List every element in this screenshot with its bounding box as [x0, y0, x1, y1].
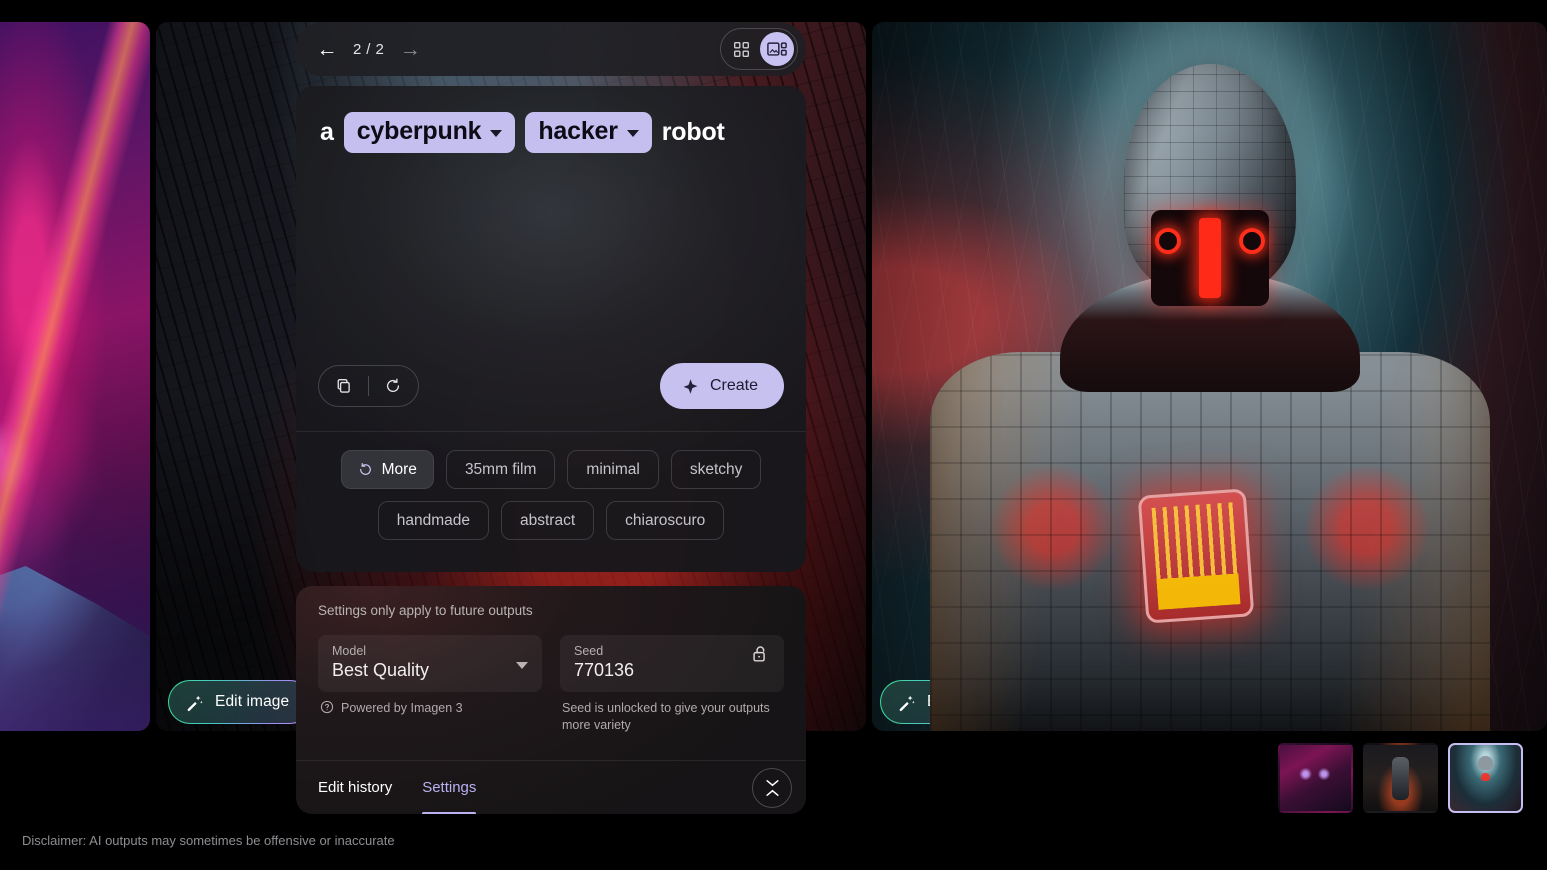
settings-panel: Settings only apply to future outputs Mo…: [296, 586, 806, 814]
help-circle-icon: [320, 700, 334, 714]
refresh-icon[interactable]: [374, 367, 412, 405]
style-chip-sketchy[interactable]: sketchy: [670, 450, 762, 489]
style-chip-handmade[interactable]: handmade: [377, 501, 489, 540]
seed-label: Seed: [574, 644, 604, 658]
arrow-left-icon[interactable]: ←: [310, 32, 344, 66]
magic-wand-icon: [185, 693, 204, 712]
style-chip-label: 35mm film: [464, 460, 537, 478]
style-chip-label: abstract: [520, 511, 576, 529]
create-button[interactable]: Create: [659, 363, 784, 409]
seed-input-text: Seed 770136: [574, 644, 634, 681]
arrow-right-icon[interactable]: →: [393, 32, 427, 66]
prompt-chip-cyberpunk[interactable]: cyberpunk: [343, 112, 516, 153]
refresh-icon: [358, 462, 373, 477]
model-field-group: Model Best Quality Powered by Imagen 3: [318, 635, 542, 734]
edit-image-label: Edit image: [215, 693, 290, 710]
chevron-up-icon: [765, 789, 780, 797]
model-label: Model: [332, 644, 367, 658]
magic-wand-icon: [897, 693, 916, 712]
nav-left-group: ← 2 / 2 →: [310, 32, 427, 66]
robot-tablet: [1137, 488, 1255, 624]
style-chip-chiaroscuro[interactable]: chiaroscuro: [606, 501, 725, 540]
style-chip-abstract[interactable]: abstract: [501, 501, 595, 540]
settings-body: Settings only apply to future outputs Mo…: [296, 586, 806, 760]
chevron-down-icon: [490, 129, 503, 137]
robot-eye-left: [1154, 228, 1181, 254]
style-chip-label: sketchy: [689, 460, 743, 478]
model-select-text: Model Best Quality: [332, 644, 429, 681]
tab-label: Edit history: [318, 779, 393, 796]
seed-field-group: Seed 770136 Seed is unlocked to give you…: [560, 635, 784, 734]
style-more-button[interactable]: More: [340, 450, 434, 489]
robot-eye-right: [1238, 228, 1265, 254]
copy-icon[interactable]: [325, 367, 363, 405]
page-counter: 2 / 2: [353, 40, 385, 58]
style-suggestions: More 35mm film minimal sketchy handmade …: [296, 431, 806, 572]
model-help: Powered by Imagen 3: [318, 700, 542, 717]
prompt-word-3: robot: [661, 118, 725, 146]
prompt-card: a cyberpunk hacker robot Create More 35m…: [296, 86, 806, 572]
seed-input[interactable]: Seed 770136: [560, 635, 784, 692]
view-mode-toggle: [720, 28, 798, 70]
divider: [368, 376, 369, 396]
chevron-down-icon: [516, 662, 528, 669]
collapse-panel-button[interactable]: [752, 767, 792, 808]
style-row-2: handmade abstract chiaroscuro: [318, 501, 784, 540]
tab-settings[interactable]: Settings: [422, 761, 477, 814]
settings-note: Settings only apply to future outputs: [318, 603, 533, 618]
disclaimer-text: Disclaimer: AI outputs may sometimes be …: [22, 833, 395, 848]
chevron-down-icon: [765, 779, 780, 787]
prompt-tool-group: [318, 365, 419, 407]
prompt-blank-space: [296, 153, 806, 363]
settings-fields: Model Best Quality Powered by Imagen 3 S…: [318, 635, 784, 734]
prompt-word-0: a: [320, 118, 334, 146]
model-select[interactable]: Model Best Quality: [318, 635, 542, 692]
navigation-bar: ← 2 / 2 →: [296, 22, 806, 76]
thumbnail-3[interactable]: [1448, 743, 1523, 813]
artwork-right: [872, 22, 1547, 731]
tab-label: Settings: [422, 779, 477, 796]
thumbnail-strip: [1278, 743, 1523, 813]
artwork-left: [0, 22, 150, 731]
image-panel-right[interactable]: [872, 22, 1547, 731]
thumbnail-1[interactable]: [1278, 743, 1353, 813]
style-row-1: More 35mm film minimal sketchy: [318, 450, 784, 489]
chevron-down-icon: [626, 129, 639, 137]
app-root: Edit image Edit image ← 2 / 2 →: [0, 0, 1547, 870]
prompt-chip-label: hacker: [538, 117, 618, 145]
model-value: Best Quality: [332, 660, 430, 680]
model-help-text: Powered by Imagen 3: [341, 701, 463, 715]
detail-view-icon[interactable]: [760, 32, 794, 66]
seed-help: Seed is unlocked to give your outputs mo…: [560, 700, 784, 734]
create-button-label: Create: [709, 377, 758, 394]
settings-tabbar: Edit history Settings: [296, 760, 806, 814]
robot-visor-bar: [1198, 218, 1221, 298]
artwork-left-robot: [0, 566, 150, 731]
sparkle-icon: [682, 378, 699, 395]
prompt-editor[interactable]: a cyberpunk hacker robot: [296, 86, 806, 153]
style-chip-label: chiaroscuro: [625, 511, 706, 529]
seed-value: 770136: [574, 660, 635, 680]
prompt-chip-hacker[interactable]: hacker: [525, 112, 652, 153]
seed-help-text: Seed is unlocked to give your outputs mo…: [562, 701, 770, 732]
image-panel-left[interactable]: [0, 22, 150, 731]
grid-view-icon[interactable]: [724, 32, 758, 66]
style-chip-35mm-film[interactable]: 35mm film: [445, 450, 556, 489]
thumbnail-2[interactable]: [1363, 743, 1438, 813]
edit-image-button-middle[interactable]: Edit image: [168, 680, 313, 724]
unlock-icon[interactable]: [750, 644, 770, 664]
style-chip-label: handmade: [396, 511, 470, 529]
style-more-label: More: [381, 460, 417, 478]
style-chip-label: minimal: [586, 460, 640, 478]
tab-edit-history[interactable]: Edit history: [318, 761, 392, 815]
prompt-actions: Create: [296, 363, 806, 431]
robot-visor: [1150, 210, 1269, 306]
style-chip-minimal[interactable]: minimal: [567, 450, 659, 489]
prompt-chip-label: cyberpunk: [356, 117, 482, 145]
